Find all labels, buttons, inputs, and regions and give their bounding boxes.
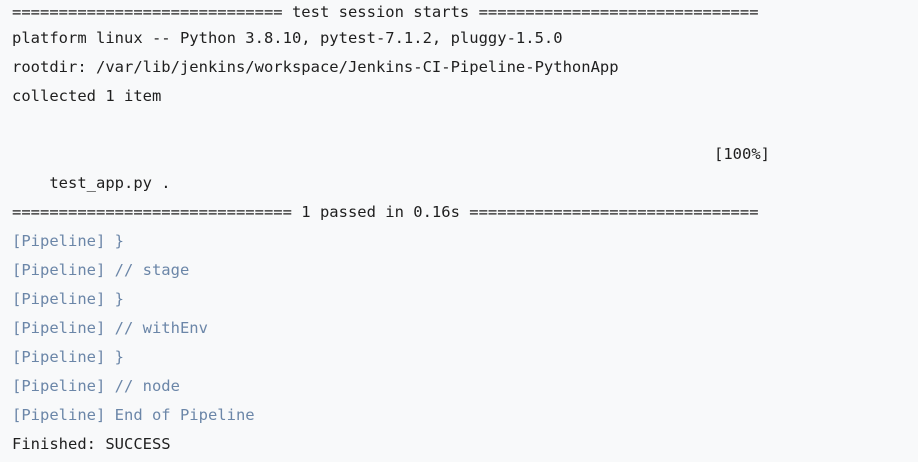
pipeline-line: [Pipeline] } (12, 290, 124, 308)
console-output: ============================= test sessi… (0, 0, 918, 462)
pipeline-line: [Pipeline] End of Pipeline (12, 406, 255, 424)
summary-line: ============================== 1 passed … (12, 203, 759, 221)
collected-line: collected 1 item (12, 87, 162, 105)
test-progress-percent: [100%] (714, 145, 770, 163)
platform-line: platform linux -- Python 3.8.10, pytest-… (12, 29, 563, 47)
pipeline-line: [Pipeline] } (12, 348, 124, 366)
pipeline-line: [Pipeline] // stage (12, 261, 190, 279)
pipeline-line: [Pipeline] // withEnv (12, 319, 208, 337)
finished-status-line: Finished: SUCCESS (12, 435, 171, 453)
session-header-line: ============================= test sessi… (12, 3, 759, 21)
rootdir-line: rootdir: /var/lib/jenkins/workspace/Jenk… (12, 58, 619, 76)
test-file-label: test_app.py . (49, 174, 171, 192)
test-result-row: test_app.py . [100%] (12, 140, 918, 192)
pipeline-line: [Pipeline] } (12, 232, 124, 250)
pipeline-line: [Pipeline] // node (12, 377, 180, 395)
